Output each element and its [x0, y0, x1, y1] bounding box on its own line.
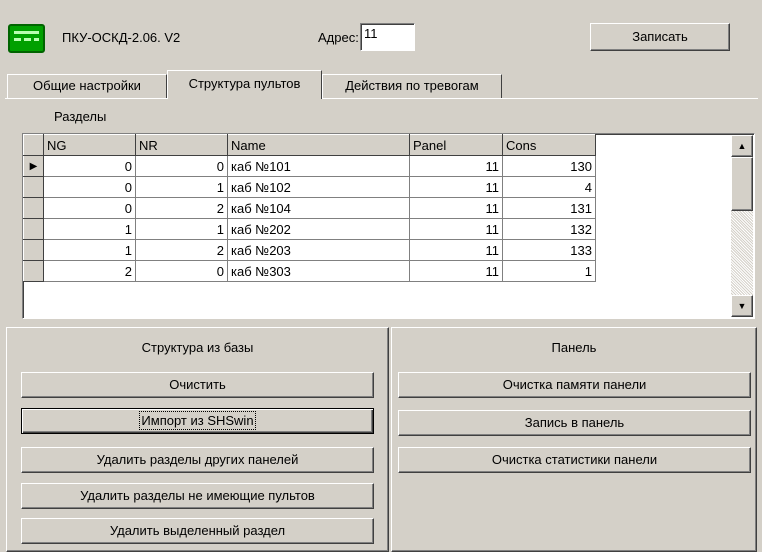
delete-sections-without-consoles-button[interactable]: Удалить разделы не имеющие пультов — [21, 483, 374, 509]
row-indicator[interactable] — [23, 218, 44, 240]
row-indicator[interactable] — [23, 197, 44, 219]
cell-cons[interactable]: 4 — [502, 176, 596, 198]
sections-label: Разделы — [54, 109, 107, 124]
delete-selected-section-button[interactable]: Удалить выделенный раздел — [21, 518, 374, 544]
cell-nr[interactable]: 0 — [135, 155, 228, 177]
clear-button[interactable]: Очистить — [21, 372, 374, 398]
column-header-panel[interactable]: Panel — [409, 134, 503, 156]
cell-cons[interactable]: 130 — [502, 155, 596, 177]
cell-panel[interactable]: 11 — [409, 197, 503, 219]
column-header-cons[interactable]: Cons — [502, 134, 596, 156]
import-shswin-button[interactable]: Импорт из SHSwin — [21, 408, 374, 434]
table-row[interactable]: 0 1 каб №102 11 4 — [23, 176, 596, 198]
cell-cons[interactable]: 1 — [502, 260, 596, 282]
write-button[interactable]: Записать — [590, 23, 730, 51]
scroll-down-arrow-icon[interactable]: ▼ — [731, 295, 753, 317]
cell-panel[interactable]: 11 — [409, 218, 503, 240]
tab-panel-structure[interactable]: Структура пультов — [167, 70, 322, 99]
address-input[interactable]: 11 — [360, 23, 415, 51]
tab-strip-line — [5, 98, 758, 99]
sections-grid[interactable]: NG NR Name Panel Cons ▶ 0 0 каб №101 11 130 0 1… — [22, 133, 755, 319]
cell-name[interactable]: каб №104 — [227, 197, 410, 219]
grid-corner — [23, 134, 44, 156]
cell-cons[interactable]: 133 — [502, 239, 596, 261]
grid-scrollbar[interactable]: ▲ ▼ — [731, 135, 753, 317]
column-header-nr[interactable]: NR — [135, 134, 228, 156]
cell-panel[interactable]: 11 — [409, 260, 503, 282]
cell-ng[interactable]: 0 — [43, 176, 136, 198]
cell-ng[interactable]: 1 — [43, 239, 136, 261]
table-row[interactable]: 1 2 каб №203 11 133 — [23, 239, 596, 261]
panel-caption: Панель — [551, 340, 597, 355]
table-row[interactable]: ▶ 0 0 каб №101 11 130 — [23, 155, 596, 177]
base-structure-caption: Структура из базы — [141, 340, 254, 355]
cell-name[interactable]: каб №202 — [227, 218, 410, 240]
cell-panel[interactable]: 11 — [409, 239, 503, 261]
address-label: Адрес: — [318, 30, 359, 45]
cell-nr[interactable]: 0 — [135, 260, 228, 282]
column-header-ng[interactable]: NG — [43, 134, 136, 156]
cell-nr[interactable]: 2 — [135, 239, 228, 261]
table-row[interactable]: 1 1 каб №202 11 132 — [23, 218, 596, 240]
scroll-up-arrow-icon[interactable]: ▲ — [731, 135, 753, 157]
cell-ng[interactable]: 0 — [43, 155, 136, 177]
delete-other-panels-sections-button[interactable]: Удалить разделы других панелей — [21, 447, 374, 473]
cell-ng[interactable]: 2 — [43, 260, 136, 282]
grid-header-row: NG NR Name Panel Cons — [23, 134, 596, 156]
cell-nr[interactable]: 2 — [135, 197, 228, 219]
scrollbar-thumb[interactable] — [731, 157, 753, 211]
import-shswin-label: Импорт из SHSwin — [139, 411, 256, 430]
table-row[interactable]: 0 2 каб №104 11 131 — [23, 197, 596, 219]
write-to-panel-button[interactable]: Запись в панель — [398, 410, 751, 436]
device-title: ПКУ-ОСКД-2.06. V2 — [62, 30, 181, 45]
cell-cons[interactable]: 131 — [502, 197, 596, 219]
cell-nr[interactable]: 1 — [135, 176, 228, 198]
row-pointer-icon[interactable]: ▶ — [23, 155, 44, 177]
cell-name[interactable]: каб №101 — [227, 155, 410, 177]
cell-name[interactable]: каб №203 — [227, 239, 410, 261]
cell-ng[interactable]: 0 — [43, 197, 136, 219]
row-indicator[interactable] — [23, 239, 44, 261]
panel-controls: Панель Очистка памяти панели Запись в па… — [391, 327, 757, 552]
cell-cons[interactable]: 132 — [502, 218, 596, 240]
clear-panel-memory-button[interactable]: Очистка памяти панели — [398, 372, 751, 398]
tab-alarm-actions[interactable]: Действия по тревогам — [322, 74, 502, 98]
base-structure-panel: Структура из базы Очистить Импорт из SHS… — [6, 327, 389, 552]
device-icon — [8, 24, 45, 53]
cell-name[interactable]: каб №303 — [227, 260, 410, 282]
cell-panel[interactable]: 11 — [409, 155, 503, 177]
cell-nr[interactable]: 1 — [135, 218, 228, 240]
row-indicator[interactable] — [23, 260, 44, 282]
cell-panel[interactable]: 11 — [409, 176, 503, 198]
column-header-name[interactable]: Name — [227, 134, 410, 156]
cell-ng[interactable]: 1 — [43, 218, 136, 240]
tab-general-settings[interactable]: Общие настройки — [7, 74, 167, 98]
table-row[interactable]: 2 0 каб №303 11 1 — [23, 260, 596, 282]
row-indicator[interactable] — [23, 176, 44, 198]
clear-panel-statistics-button[interactable]: Очистка статистики панели — [398, 447, 751, 473]
cell-name[interactable]: каб №102 — [227, 176, 410, 198]
